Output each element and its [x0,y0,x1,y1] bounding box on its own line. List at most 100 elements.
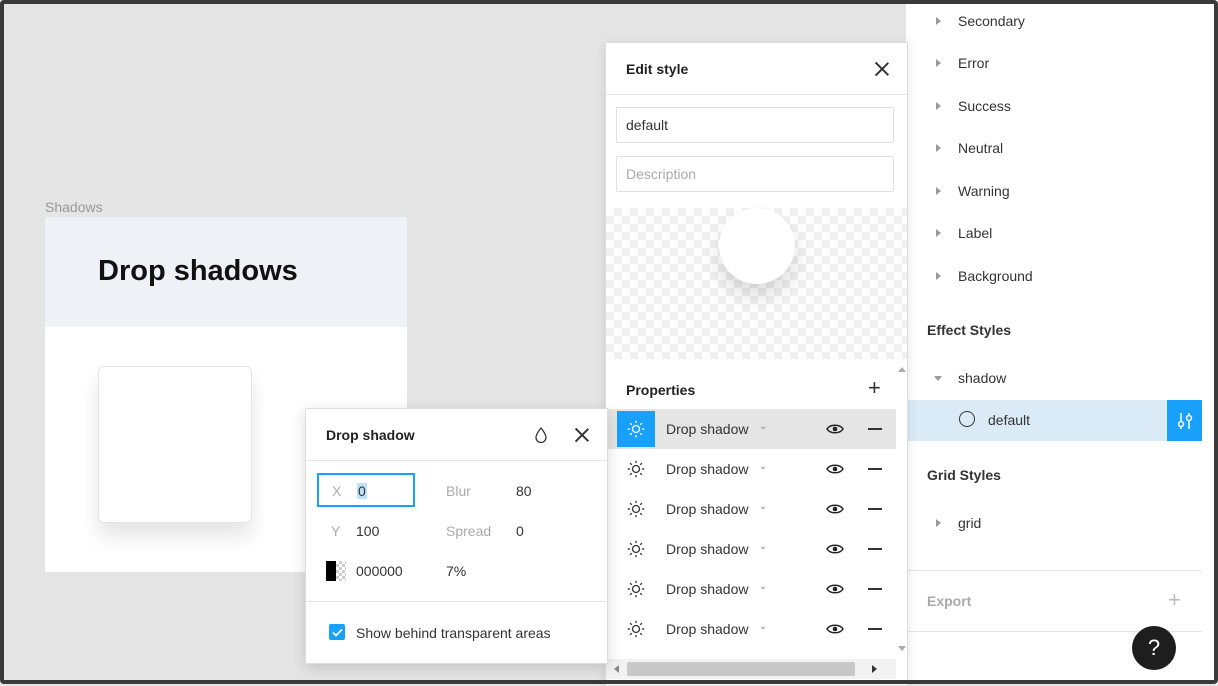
tree-item-label: Warning [958,183,1010,199]
chevron-down-icon[interactable]: ⌄ [759,421,767,432]
scroll-right-icon[interactable] [872,665,877,673]
shadow-card[interactable] [98,366,252,523]
show-behind-checkbox[interactable] [329,624,345,640]
effect-type-button[interactable] [617,491,655,527]
sun-icon [627,620,645,638]
effect-type-label[interactable]: Drop shadow [666,581,749,597]
effect-type-button[interactable] [617,451,655,487]
drop-shadow-popover: Drop shadow X 0 Blur 80 Y 100 Spread 0 0… [305,408,608,664]
add-property-icon[interactable]: + [868,377,881,399]
caret-right-icon[interactable] [936,272,941,280]
effect-type-label[interactable]: Drop shadow [666,461,749,477]
style-name-input[interactable]: default [616,107,894,143]
close-icon[interactable] [874,61,890,77]
sun-icon [627,420,645,438]
chevron-down-icon[interactable]: ⌄ [759,621,767,632]
caret-right-icon[interactable] [936,102,941,110]
frame-header: Drop shadows [45,217,407,327]
tree-item-label: Error [958,55,990,71]
tree-item-label: grid [958,515,982,531]
frame-label[interactable]: Shadows [45,199,103,215]
edit-style-button[interactable] [1167,400,1202,441]
eye-icon[interactable] [826,502,844,516]
scroll-down-icon[interactable] [898,646,906,651]
tree-item-label: Neutral [958,140,1004,156]
scroll-up-icon[interactable] [898,367,906,372]
effect-type-button[interactable] [617,531,655,567]
color-group-background[interactable]: Background [906,264,1206,288]
preview-circle [719,208,795,284]
effect-type-button[interactable] [617,411,655,447]
grid-group[interactable]: grid [906,511,1206,535]
property-row[interactable]: Drop shadow ⌄ [606,489,896,529]
eye-icon[interactable] [826,422,844,436]
color-hex-input[interactable]: 000000 [356,563,403,579]
remove-effect-icon[interactable] [868,508,882,510]
property-row[interactable]: Drop shadow ⌄ [606,449,896,489]
eye-icon[interactable] [826,462,844,476]
scroll-left-icon[interactable] [614,665,619,673]
color-group-warning[interactable]: Warning [906,179,1206,203]
effect-type-label[interactable]: Drop shadow [666,501,749,517]
blur-label: Blur [446,483,471,499]
close-icon[interactable] [574,427,590,443]
swatch-transparency [336,561,346,581]
color-group-success[interactable]: Success [906,94,1206,118]
effect-styles-title: Effect Styles [927,322,1012,338]
effect-type-label[interactable]: Drop shadow [666,421,749,437]
effect-type-label[interactable]: Drop shadow [666,621,749,637]
property-row[interactable]: Drop shadow ⌄ [606,569,896,609]
chevron-down-icon[interactable]: ⌄ [759,541,767,552]
chevron-down-icon[interactable]: ⌄ [759,461,767,472]
caret-right-icon[interactable] [936,187,941,195]
edit-style-panel: Edit style default Description Propertie… [605,42,908,686]
color-swatch[interactable] [326,561,346,581]
property-row[interactable]: Drop shadow ⌄ [606,609,896,649]
effect-type-button[interactable] [617,611,655,647]
description-input[interactable]: Description [616,156,894,192]
color-group-label[interactable]: Label [906,221,1206,245]
caret-right-icon[interactable] [936,144,941,152]
divider [306,460,607,461]
effect-style-default[interactable]: default [906,400,1202,441]
remove-effect-icon[interactable] [868,428,882,430]
caret-right-icon[interactable] [936,59,941,67]
effect-group-shadow[interactable]: shadow [906,366,1206,390]
vertical-scrollbar[interactable] [896,359,907,655]
color-group-secondary[interactable]: Secondary [906,9,1206,33]
remove-effect-icon[interactable] [868,548,882,550]
caret-right-icon[interactable] [936,17,941,25]
effect-style-label: default [988,412,1031,428]
spread-input[interactable]: 0 [516,523,524,539]
color-group-neutral[interactable]: Neutral [906,136,1206,160]
color-group-error[interactable]: Error [906,51,1206,75]
effect-type-label[interactable]: Drop shadow [666,541,749,557]
caret-right-icon[interactable] [936,229,941,237]
remove-effect-icon[interactable] [868,468,882,470]
caret-down-icon[interactable] [934,375,942,381]
eye-icon[interactable] [826,582,844,596]
help-button[interactable]: ? [1132,626,1176,670]
swatch-color [326,561,336,581]
grid-styles-title: Grid Styles [927,467,1001,483]
blur-input[interactable]: 80 [516,483,532,499]
eye-icon[interactable] [826,542,844,556]
chevron-down-icon[interactable]: ⌄ [759,501,767,512]
remove-effect-icon[interactable] [868,628,882,630]
property-row[interactable]: Drop shadow ⌄ [606,409,896,449]
blend-mode-icon[interactable] [534,427,548,443]
horizontal-scrollbar[interactable] [606,659,896,679]
eye-icon[interactable] [826,622,844,636]
x-offset-input[interactable]: X 0 [317,473,415,507]
effect-type-button[interactable] [617,571,655,607]
scrollbar-thumb[interactable] [627,662,855,676]
remove-effect-icon[interactable] [868,588,882,590]
opacity-input[interactable]: 7% [446,563,466,579]
check-icon [331,628,343,637]
caret-right-icon[interactable] [936,519,941,527]
add-export-icon[interactable]: + [1168,589,1181,611]
property-row[interactable]: Drop shadow ⌄ [606,529,896,569]
chevron-down-icon[interactable]: ⌄ [759,581,767,592]
y-offset-input[interactable]: 100 [356,523,379,539]
tree-item-label: shadow [958,370,1007,386]
